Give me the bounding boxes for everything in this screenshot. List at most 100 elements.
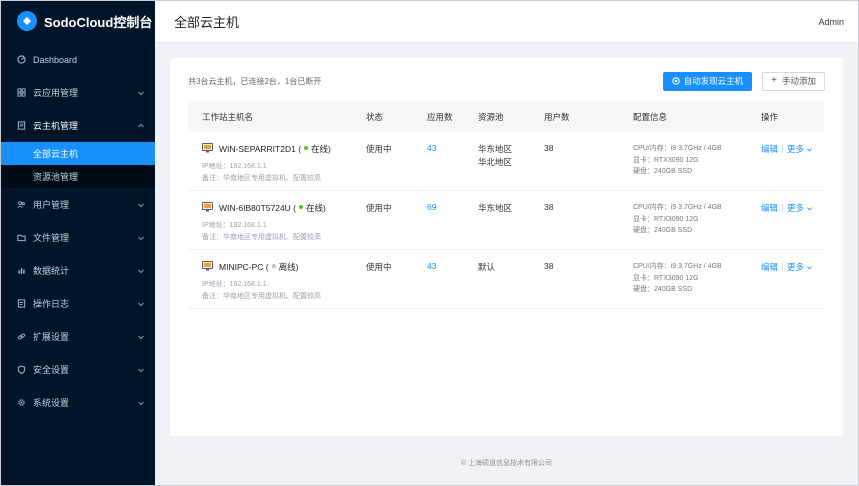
host-status: 使用中: [366, 262, 392, 272]
sidebar: SodoCloud控制台 Dashboard 云应用管理云主机管理全部云主机 资源池…: [1, 1, 155, 485]
folder-icon: [15, 232, 27, 244]
monitor-icon: [202, 202, 219, 214]
host-name[interactable]: MINIPC-PC: [219, 262, 263, 272]
pool-name: 华东地区: [478, 203, 513, 213]
sidebar-item-label: 扩展设置: [33, 332, 70, 342]
row-actions: 编辑 更多: [761, 202, 813, 214]
manual-add-label: 手动添加: [781, 76, 816, 86]
more-dropdown[interactable]: 更多: [787, 202, 813, 214]
sidebar-item-files[interactable]: 文件管理: [1, 221, 155, 254]
sidebar-item-label: 操作日志: [33, 299, 70, 309]
more-dropdown[interactable]: 更多: [787, 261, 813, 273]
sidebar-item-label: 数据统计: [33, 266, 70, 276]
sidebar-item-label: 用户管理: [33, 200, 70, 210]
user-menu[interactable]: Admin: [818, 17, 844, 27]
config-info: CPU/内存：i9 3.7GHz / 4GB 显卡：RTX3090 12G 硬盘：2…: [633, 143, 722, 178]
paren-close: ): [323, 203, 326, 213]
manual-add-button[interactable]: + 手动添加: [762, 71, 825, 91]
monitor-icon: [202, 261, 219, 273]
submenu-hosts: 全部云主机 资源池管理: [1, 142, 155, 188]
sidebar-item-users[interactable]: 用户管理: [1, 188, 155, 221]
host-ip: IP地址：192.168.1.1: [202, 163, 267, 170]
connection-dot: [271, 264, 276, 268]
resource-pool: 华东地区 华北地区: [478, 143, 512, 169]
sidebar-item-security[interactable]: 安全设置: [1, 353, 155, 386]
app-name: SodoCloud控制台: [44, 14, 153, 30]
document-icon: [15, 120, 27, 132]
divider: [782, 204, 784, 212]
host-name[interactable]: WIN-SEPARRIT2D1: [219, 144, 296, 154]
row-actions: 编辑 更多: [761, 143, 813, 155]
col-users: 用户数: [544, 111, 570, 122]
sidebar-item-label: 云应用管理: [33, 88, 79, 98]
config-info: CPU/内存：i9 3.7GHz / 4GB 显卡：RTX3090 12G 硬盘：2…: [633, 261, 722, 296]
page-title: 全部云主机: [174, 15, 240, 30]
host-name[interactable]: WIN-6IB80T5724U: [219, 203, 291, 213]
host-note: 备注：华南地区专用虚拟机、配置较高: [202, 293, 321, 300]
sidebar-item-system[interactable]: 系统设置: [1, 386, 155, 419]
host-cell: WIN-6IB80T5724U ( 在线 ): [202, 202, 326, 214]
sidebar-item-logs[interactable]: 操作日志: [1, 287, 155, 320]
auto-discover-label: 自动发现云主机: [683, 76, 744, 86]
config-line: 显卡：RTX3090 12G: [633, 274, 699, 282]
discover-icon: [671, 77, 680, 85]
config-line: 硬盘：240GB SSD: [633, 227, 693, 234]
app-count-link[interactable]: 43: [427, 143, 436, 153]
sidebar-item-stats[interactable]: 数据统计: [1, 254, 155, 287]
host-note: 备注：华南地区专用虚拟机、配置较高: [202, 175, 321, 182]
col-config: 配置信息: [633, 111, 668, 122]
pool-name: 华东地区: [478, 144, 513, 154]
edit-link[interactable]: 编辑: [761, 143, 778, 155]
toolbar: 共3台云主机，已连接2台，1台已断开 自动发现云主机 + 手动添加: [188, 71, 825, 91]
sidebar-nav: Dashboard 云应用管理云主机管理全部云主机 资源池管理用户管理文件管理数据统…: [1, 43, 155, 419]
sidebar-item-dashboard[interactable]: Dashboard: [1, 43, 155, 76]
sidebar-item-label: 系统设置: [33, 398, 70, 408]
config-info: CPU/内存：i9 3.7GHz / 4GB 显卡：RTX3090 12G 硬盘：2…: [633, 202, 722, 237]
pool-name: 默认: [478, 262, 496, 272]
gear-icon: [15, 397, 27, 409]
chevron-down-icon: [137, 267, 145, 275]
chevron-down-icon: [137, 201, 145, 209]
divider: [782, 263, 784, 271]
logo[interactable]: SodoCloud控制台: [1, 1, 155, 41]
config-line: CPU/内存：i9 3.7GHz / 4GB: [633, 263, 722, 270]
content-card: 共3台云主机，已连接2台，1台已断开 自动发现云主机 + 手动添加 工作站主机名…: [170, 58, 843, 436]
auto-discover-button[interactable]: 自动发现云主机: [662, 71, 753, 91]
app-count-link[interactable]: 69: [427, 202, 436, 212]
chevron-up-icon: [137, 122, 145, 130]
paren-open: (: [263, 262, 269, 272]
more-dropdown[interactable]: 更多: [787, 143, 813, 155]
sidebar-item-label: 云主机管理: [33, 121, 79, 131]
edit-link[interactable]: 编辑: [761, 202, 778, 214]
chevron-down-icon: [137, 366, 145, 374]
user-count: 38: [544, 202, 554, 212]
hosts-table: 工作站主机名 状态 应用数 资源池 用户数 配置信息 操作 WIN-SEPARR…: [188, 101, 824, 309]
sidebar-item-apps[interactable]: 云应用管理: [1, 76, 155, 109]
more-label: 更多: [787, 144, 805, 154]
users-icon: [15, 199, 27, 211]
config-line: 硬盘：240GB SSD: [633, 168, 693, 175]
host-status: 使用中: [366, 144, 392, 154]
sidebar-item-ext[interactable]: 扩展设置: [1, 320, 155, 353]
sidebar-item-hosts[interactable]: 云主机管理: [1, 109, 155, 142]
sidebar-item-label: 安全设置: [33, 365, 70, 375]
table-header: 工作站主机名 状态 应用数 资源池 用户数 配置信息 操作: [188, 101, 824, 132]
config-line: 显卡：RTX3090 12G: [633, 215, 699, 223]
copyright: © 上海硕道信息技术有限公司: [460, 460, 553, 467]
config-line: CPU/内存：i9 3.7GHz / 4GB: [633, 145, 722, 152]
shield-icon: [15, 364, 27, 376]
edit-link[interactable]: 编辑: [761, 261, 778, 273]
chevron-down-icon: [807, 206, 813, 210]
row-actions: 编辑 更多: [761, 261, 813, 273]
app-count-link[interactable]: 43: [427, 261, 436, 271]
chevron-down-icon: [807, 265, 813, 269]
user-count: 38: [544, 261, 554, 271]
submenu-item[interactable]: 资源池管理: [1, 165, 155, 188]
submenu-item[interactable]: 全部云主机: [1, 142, 155, 165]
sidebar-item-label: Dashboard: [33, 54, 78, 65]
chevron-down-icon: [137, 89, 145, 97]
paren-open: (: [290, 203, 297, 213]
paren-close: ): [295, 262, 299, 272]
table-row: WIN-SEPARRIT2D1 ( 在线 ) IP地址：192.168.1.1 …: [188, 132, 824, 191]
config-line: CPU/内存：i9 3.7GHz / 4GB: [633, 204, 722, 211]
